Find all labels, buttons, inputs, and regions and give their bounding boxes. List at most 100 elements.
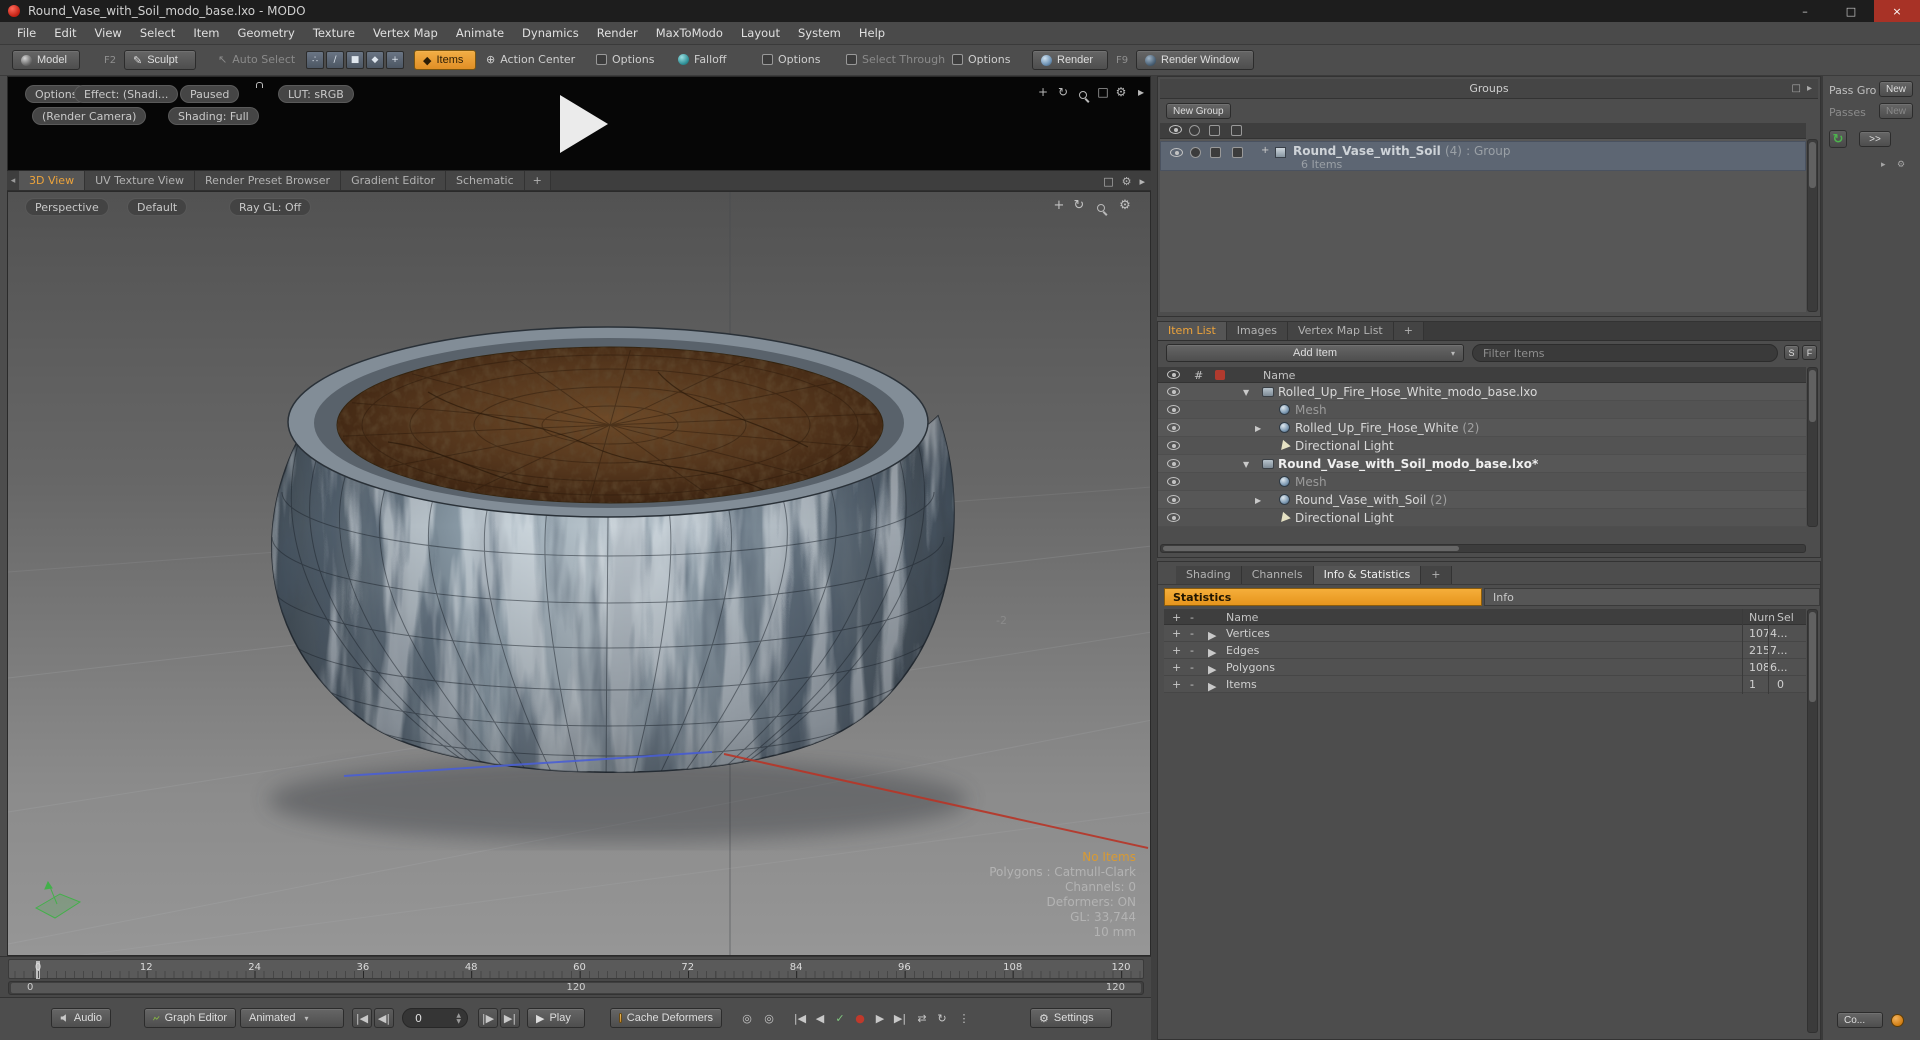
- filter-s-button[interactable]: S: [1784, 345, 1799, 360]
- visibility-eye-icon[interactable]: [1167, 423, 1180, 432]
- tab-schematic[interactable]: Schematic: [446, 171, 525, 190]
- goto-end-button[interactable]: ▶|: [500, 1008, 520, 1028]
- collapse-minus-icon[interactable]: -: [1190, 644, 1194, 657]
- menu-select[interactable]: Select: [131, 22, 184, 44]
- vertices-mode-button[interactable]: ∴: [306, 51, 324, 69]
- item-list-row[interactable]: ▶ Rolled_Up_Fire_Hose_White (2): [1158, 419, 1806, 437]
- timeline-ruler[interactable]: 0 12 24 36 48 60 72 84 96 108 120: [8, 959, 1144, 979]
- menu-vertex-map[interactable]: Vertex Map: [364, 22, 447, 44]
- visibility-eye-icon[interactable]: [1170, 148, 1183, 157]
- menu-maxtomodo[interactable]: MaxToModo: [647, 22, 732, 44]
- command-button[interactable]: Co...: [1837, 1012, 1883, 1028]
- audio-button[interactable]: Audio: [51, 1008, 111, 1028]
- falloff-options[interactable]: Options: [762, 53, 820, 66]
- auto-key-icon[interactable]: ◎: [737, 1008, 757, 1028]
- visibility-eye-icon[interactable]: [1167, 495, 1180, 504]
- maximize-icon[interactable]: □: [1828, 0, 1874, 22]
- checkbox-icon[interactable]: [1209, 125, 1220, 136]
- next-keyframe-icon[interactable]: ▶|: [890, 1008, 910, 1028]
- next-frame-icon[interactable]: ▶: [870, 1008, 890, 1028]
- item-list-row[interactable]: ▼ Rolled_Up_Fire_Hose_White_modo_base.lxo: [1158, 383, 1806, 401]
- render-preview-panel[interactable]: Options Effect: (Shadi... Paused LUT: sR…: [7, 76, 1151, 171]
- pan-icon[interactable]: +: [1050, 198, 1068, 213]
- render-toggle-icon[interactable]: [1190, 147, 1201, 158]
- menu-texture[interactable]: Texture: [304, 22, 364, 44]
- add-tab-button[interactable]: +: [524, 171, 551, 190]
- menu-system[interactable]: System: [789, 22, 850, 44]
- notification-icon[interactable]: [1891, 1014, 1904, 1027]
- preview-effect-dropdown[interactable]: Effect: (Shadi...: [74, 85, 179, 103]
- gear-icon[interactable]: ⚙: [1897, 160, 1905, 170]
- refresh-icon[interactable]: ↻: [1829, 130, 1847, 148]
- expand-plus-icon[interactable]: +: [1172, 661, 1181, 674]
- settings-button[interactable]: ⚙ Settings: [1030, 1008, 1112, 1028]
- goto-start-button[interactable]: |◀: [352, 1008, 372, 1028]
- item-list-row[interactable]: Directional Light: [1158, 437, 1806, 455]
- menu-render[interactable]: Render: [588, 22, 647, 44]
- close-icon[interactable]: ×: [1874, 0, 1920, 22]
- statistics-subtab[interactable]: Statistics: [1164, 588, 1482, 606]
- more-options-icon[interactable]: ⋮: [954, 1008, 974, 1028]
- item-list-row[interactable]: ▶ Round_Vase_with_Soil (2): [1158, 491, 1806, 509]
- gear-icon[interactable]: ⚙: [1116, 198, 1134, 213]
- new-group-button[interactable]: New Group: [1166, 103, 1231, 119]
- disclosure-arrow-icon[interactable]: ▶: [1208, 629, 1216, 642]
- new-pass-button[interactable]: New: [1879, 103, 1913, 119]
- rotate-icon[interactable]: ↻: [1070, 198, 1088, 213]
- graph-editor-button[interactable]: Graph Editor: [144, 1008, 236, 1028]
- scrollbar[interactable]: [1807, 139, 1818, 312]
- add-tab-button[interactable]: +: [1393, 322, 1424, 340]
- checkbox-icon[interactable]: [762, 54, 773, 65]
- menu-dynamics[interactable]: Dynamics: [513, 22, 588, 44]
- panel-arrow-icon[interactable]: ▸: [1132, 85, 1150, 99]
- checkbox-icon[interactable]: [596, 54, 607, 65]
- animated-channels-dropdown[interactable]: Animated ▾: [240, 1008, 344, 1028]
- disclosure-arrow-icon[interactable]: ▶: [1208, 663, 1216, 676]
- maximize-view-icon[interactable]: □: [1094, 85, 1112, 99]
- menu-geometry[interactable]: Geometry: [229, 22, 304, 44]
- step-back-button[interactable]: ◀|: [374, 1008, 394, 1028]
- visibility-eye-icon[interactable]: [1167, 477, 1180, 486]
- render-toggle-icon[interactable]: [1189, 125, 1200, 136]
- model-layout-button[interactable]: Model: [12, 50, 80, 70]
- 3d-scene[interactable]: [8, 192, 1151, 956]
- tab-shading[interactable]: Shading: [1176, 566, 1242, 584]
- visibility-eye-icon[interactable]: [1167, 405, 1180, 414]
- menu-item[interactable]: Item: [184, 22, 228, 44]
- tab-info-statistics[interactable]: Info & Statistics: [1313, 566, 1422, 584]
- auto-select-toggle[interactable]: ↖ Auto Select: [218, 53, 295, 66]
- gear-icon[interactable]: ⚙: [1112, 85, 1130, 99]
- item-list-row[interactable]: Mesh: [1158, 473, 1806, 491]
- collapse-all-icon[interactable]: -: [1190, 611, 1194, 624]
- item-list-row[interactable]: Directional Light: [1158, 509, 1806, 527]
- add-item-dropdown[interactable]: Add Item ▾: [1166, 344, 1464, 362]
- prev-frame-icon[interactable]: ◀: [810, 1008, 830, 1028]
- item-list-row[interactable]: ▼ Round_Vase_with_Soil_modo_base.lxo*: [1158, 455, 1806, 473]
- actor-icon[interactable]: ◎: [759, 1008, 779, 1028]
- tab-item-list[interactable]: Item List: [1158, 322, 1227, 340]
- record-icon[interactable]: ●: [850, 1008, 870, 1028]
- collapse-minus-icon[interactable]: -: [1190, 661, 1194, 674]
- horizontal-scrollbar[interactable]: [1160, 544, 1806, 553]
- preview-paused-button[interactable]: Paused: [180, 85, 240, 103]
- disclosure-arrow-icon[interactable]: ▶: [1208, 646, 1216, 659]
- rotate-icon[interactable]: ↻: [1054, 85, 1072, 99]
- tab-gradient-editor[interactable]: Gradient Editor: [341, 171, 446, 190]
- current-frame-field[interactable]: 0 ▲ ▼: [402, 1008, 468, 1028]
- action-center-options[interactable]: Options: [596, 53, 654, 66]
- collapse-minus-icon[interactable]: -: [1190, 678, 1194, 691]
- raygl-dropdown[interactable]: Ray GL: Off: [229, 198, 312, 216]
- shading-style-dropdown[interactable]: Default: [127, 198, 188, 216]
- tab-render-preset-browser[interactable]: Render Preset Browser: [195, 171, 342, 190]
- scrollbar[interactable]: [1807, 367, 1818, 527]
- expand-plus-icon[interactable]: +: [1172, 678, 1181, 691]
- disclosure-arrow-icon[interactable]: ▶: [1255, 496, 1261, 505]
- projection-dropdown[interactable]: Perspective: [25, 198, 109, 216]
- tab-vertex-map-list[interactable]: Vertex Map List: [1287, 322, 1394, 340]
- render-button[interactable]: Render: [1032, 50, 1108, 70]
- expand-plus-icon[interactable]: +: [1172, 644, 1181, 657]
- expand-all-icon[interactable]: +: [1172, 611, 1181, 624]
- checkbox-icon[interactable]: [952, 54, 963, 65]
- tab-channels[interactable]: Channels: [1241, 566, 1314, 584]
- preview-lut-dropdown[interactable]: LUT: sRGB: [278, 85, 354, 103]
